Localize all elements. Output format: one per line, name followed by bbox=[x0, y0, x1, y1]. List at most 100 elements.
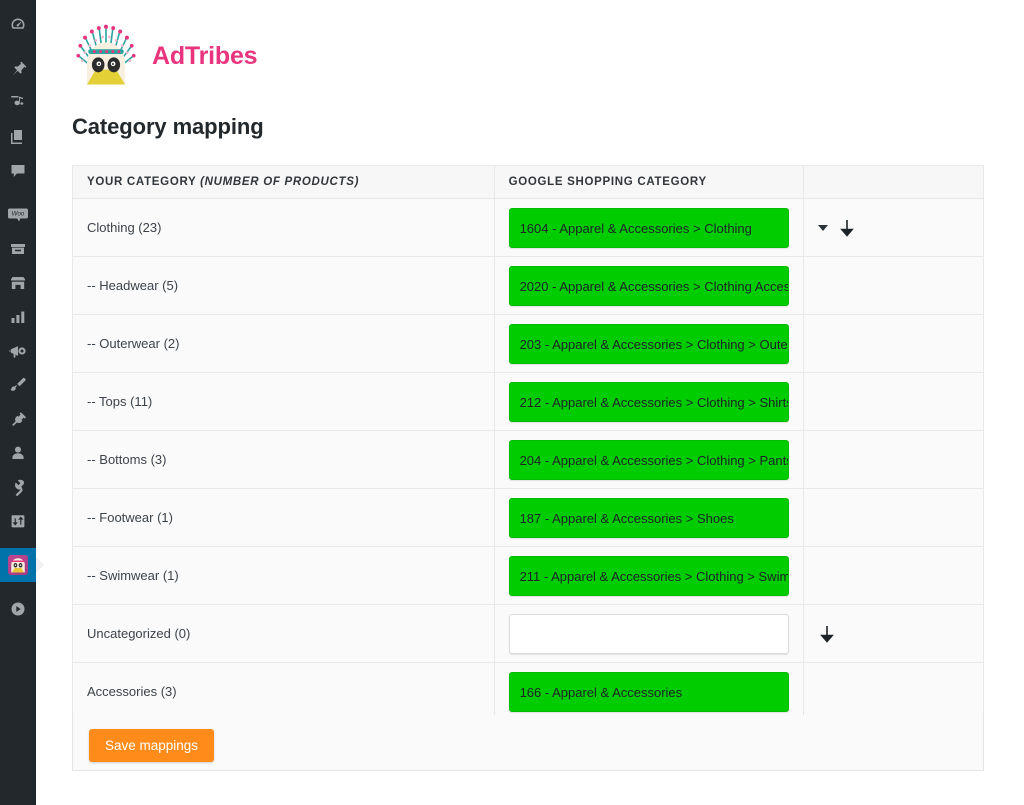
sidebar-item-adtribes[interactable] bbox=[0, 548, 36, 582]
table-row: Uncategorized (0) bbox=[73, 605, 984, 663]
current-menu-pointer bbox=[36, 557, 44, 573]
pages-icon bbox=[8, 127, 28, 147]
category-cell: -- Tops (11) bbox=[73, 373, 495, 431]
sidebar-item-marketing[interactable] bbox=[0, 334, 36, 368]
google-category-cell: 203 - Apparel & Accessories > Clothing >… bbox=[494, 315, 803, 373]
pin-icon bbox=[8, 59, 28, 79]
save-mappings-button[interactable]: Save mappings bbox=[89, 729, 214, 762]
sidebar-item-users[interactable] bbox=[0, 436, 36, 470]
google-category-cell bbox=[494, 605, 803, 663]
sidebar-item-tools[interactable] bbox=[0, 470, 36, 504]
category-cell: Clothing (23) bbox=[73, 199, 495, 257]
comment-icon bbox=[8, 161, 28, 181]
category-cell: -- Footwear (1) bbox=[73, 489, 495, 547]
sidebar-item-dashboard[interactable] bbox=[0, 8, 36, 42]
brand-header: AdTribes bbox=[72, 22, 257, 90]
svg-text:Woo: Woo bbox=[12, 211, 25, 218]
chevron-down-icon[interactable] bbox=[818, 225, 828, 231]
google-category-select[interactable]: 1604 - Apparel & Accessories > Clothing bbox=[509, 208, 789, 248]
column-header-google-shopping-category: GOOGLE SHOPPING CATEGORY bbox=[494, 166, 803, 199]
google-category-select[interactable]: 211 - Apparel & Accessories > Clothing >… bbox=[509, 556, 789, 596]
google-category-select[interactable]: 2020 - Apparel & Accessories > Clothing … bbox=[509, 266, 789, 306]
category-cell: Accessories (3) bbox=[73, 663, 495, 721]
bar-chart-icon bbox=[8, 307, 28, 327]
sidebar-item-settings[interactable] bbox=[0, 504, 36, 538]
actions-cell bbox=[803, 431, 983, 489]
category-label: Clothing (23) bbox=[87, 220, 161, 235]
table-row: -- Footwear (1) 187 - Apparel & Accessori… bbox=[73, 489, 984, 547]
row-actions bbox=[818, 624, 969, 644]
arrow-down-icon[interactable] bbox=[818, 624, 836, 644]
table-row: -- Headwear (5) 2020 - Apparel & Accessor… bbox=[73, 257, 984, 315]
wrench-icon bbox=[8, 477, 28, 497]
column-header-your-category: YOUR CATEGORY (NUMBER OF PRODUCTS) bbox=[73, 166, 495, 199]
google-category-select[interactable]: 187 - Apparel & Accessories > Shoes bbox=[509, 498, 789, 538]
google-category-cell: 2020 - Apparel & Accessories > Clothing … bbox=[494, 257, 803, 315]
sidebar-item-posts[interactable] bbox=[0, 52, 36, 86]
actions-cell bbox=[803, 663, 983, 721]
table-body: Clothing (23) 1604 - Apparel & Accessorie… bbox=[73, 199, 984, 721]
sidebar-item-pages[interactable] bbox=[0, 120, 36, 154]
actions-cell bbox=[803, 373, 983, 431]
adtribes-panda-logo bbox=[72, 22, 140, 90]
google-category-cell: 166 - Apparel & Accessories bbox=[494, 663, 803, 721]
actions-cell bbox=[803, 547, 983, 605]
google-category-cell: 212 - Apparel & Accessories > Clothing >… bbox=[494, 373, 803, 431]
woo-icon: Woo bbox=[7, 205, 29, 225]
category-cell: Uncategorized (0) bbox=[73, 605, 495, 663]
table-header: YOUR CATEGORY (NUMBER OF PRODUCTS) GOOGL… bbox=[73, 166, 984, 199]
gauge-icon bbox=[8, 15, 28, 35]
sliders-icon bbox=[8, 511, 28, 531]
sidebar-item-analytics[interactable] bbox=[0, 300, 36, 334]
category-label: -- Headwear (5) bbox=[87, 278, 178, 293]
adtribes-panda-icon bbox=[8, 555, 28, 575]
google-category-select[interactable]: 203 - Apparel & Accessories > Clothing >… bbox=[509, 324, 789, 364]
table-footer: Save mappings bbox=[72, 715, 984, 771]
play-circle-icon bbox=[8, 599, 28, 619]
column-header-your-category-label: YOUR CATEGORY bbox=[87, 176, 200, 188]
table-row: -- Outerwear (2) 203 - Apparel & Accessor… bbox=[73, 315, 984, 373]
google-category-select[interactable]: 166 - Apparel & Accessories bbox=[509, 672, 789, 712]
products-box-icon bbox=[8, 239, 28, 259]
sidebar-item-storefront[interactable] bbox=[0, 266, 36, 300]
category-cell: -- Outerwear (2) bbox=[73, 315, 495, 373]
category-label: -- Tops (11) bbox=[87, 394, 152, 409]
table-row: -- Tops (11) 212 - Apparel & Accessories … bbox=[73, 373, 984, 431]
category-label: -- Outerwear (2) bbox=[87, 336, 179, 351]
actions-cell bbox=[803, 605, 983, 663]
google-category-input[interactable] bbox=[509, 614, 789, 654]
page-title: Category mapping bbox=[72, 114, 264, 140]
column-header-product-count-note: (NUMBER OF PRODUCTS) bbox=[200, 176, 359, 188]
google-category-cell: 187 - Apparel & Accessories > Shoes bbox=[494, 489, 803, 547]
category-label: -- Swimwear (1) bbox=[87, 568, 179, 583]
actions-cell bbox=[803, 489, 983, 547]
sidebar-item-media[interactable] bbox=[0, 86, 36, 120]
brand-name: AdTribes bbox=[152, 42, 257, 71]
actions-cell bbox=[803, 257, 983, 315]
sidebar-item-comments[interactable] bbox=[0, 154, 36, 188]
category-label: -- Footwear (1) bbox=[87, 510, 173, 525]
table-row: Accessories (3) 166 - Apparel & Accessori… bbox=[73, 663, 984, 721]
actions-cell bbox=[803, 199, 983, 257]
category-label: Uncategorized (0) bbox=[87, 626, 190, 641]
category-cell: -- Swimwear (1) bbox=[73, 547, 495, 605]
table-row: -- Swimwear (1) 211 - Apparel & Accessori… bbox=[73, 547, 984, 605]
category-mapping-table: YOUR CATEGORY (NUMBER OF PRODUCTS) GOOGL… bbox=[72, 165, 984, 721]
google-category-cell: 204 - Apparel & Accessories > Clothing >… bbox=[494, 431, 803, 489]
category-label: Accessories (3) bbox=[87, 684, 177, 699]
table-row: -- Bottoms (3)204 - Apparel & Accessorie… bbox=[73, 431, 984, 489]
screen: Woo bbox=[0, 0, 1024, 805]
store-icon bbox=[8, 273, 28, 293]
sidebar-item-plugins[interactable] bbox=[0, 402, 36, 436]
sidebar-item-collapse[interactable] bbox=[0, 592, 36, 626]
arrow-down-icon[interactable] bbox=[838, 218, 856, 238]
sidebar-item-products[interactable] bbox=[0, 232, 36, 266]
user-icon bbox=[8, 443, 28, 463]
plug-icon bbox=[8, 409, 28, 429]
sidebar-item-appearance[interactable] bbox=[0, 368, 36, 402]
table-header-row: YOUR CATEGORY (NUMBER OF PRODUCTS) GOOGL… bbox=[73, 166, 984, 199]
sidebar-item-woocommerce[interactable]: Woo bbox=[0, 198, 36, 232]
google-category-select[interactable]: 204 - Apparel & Accessories > Clothing >… bbox=[509, 440, 789, 480]
google-category-select[interactable]: 212 - Apparel & Accessories > Clothing >… bbox=[509, 382, 789, 422]
megaphone-icon bbox=[8, 341, 28, 361]
